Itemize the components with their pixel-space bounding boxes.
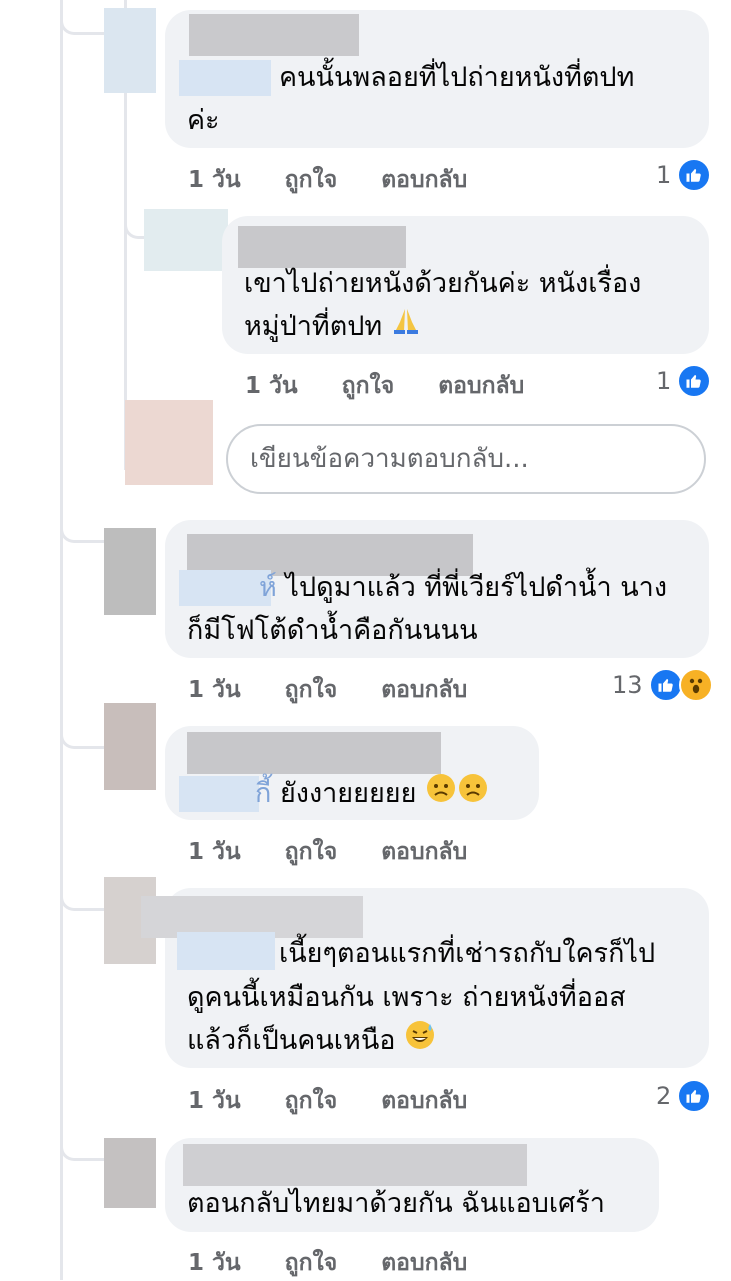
like-button[interactable]: ถูกใจ bbox=[285, 1088, 338, 1114]
sad-face-icon bbox=[457, 772, 489, 817]
tagged-name-blurred[interactable] bbox=[177, 932, 275, 970]
like-button[interactable]: ถูกใจ bbox=[285, 167, 338, 193]
reply-input[interactable] bbox=[248, 426, 692, 492]
comment-text-line: ตอนกลับไทยมาด้วยกัน ฉันแอบเศร้า bbox=[187, 1188, 605, 1219]
thread-connector bbox=[60, 518, 109, 543]
comment-text: แล้วก็เป็นคนเหนือ bbox=[187, 1025, 396, 1056]
comment-text-line: คนนั้นพลอยที่ไปถ่ายหนังที่ตปท bbox=[279, 62, 635, 93]
reaction-count: 1 bbox=[656, 161, 672, 189]
time-link[interactable]: 1 วัน bbox=[188, 839, 241, 865]
comment-bubble: กี้ ยังงายยยยย bbox=[165, 726, 539, 820]
tagged-name-blurred[interactable] bbox=[179, 570, 271, 606]
comment-text-line: ดูคนนี้เหมือนกัน เพราะ ถ่ายหนังที่ออส bbox=[187, 982, 626, 1013]
avatar[interactable] bbox=[104, 1138, 156, 1208]
comment-text: ไปดูมาแล้ว ที่พี่เวียร์ไปดำน้ำ นาง bbox=[285, 572, 668, 603]
like-icon bbox=[677, 1079, 712, 1113]
thread-connector bbox=[60, 724, 109, 749]
time-link[interactable]: 1 วัน bbox=[188, 167, 241, 193]
author-name-blurred[interactable] bbox=[189, 14, 359, 56]
avatar[interactable] bbox=[144, 209, 228, 271]
comment-actions: 1 วัน ถูกใจ ตอบกลับ bbox=[188, 834, 503, 870]
comment-text-line: ห์ ไปดูมาแล้ว ที่พี่เวียร์ไปดำน้ำ นาง bbox=[259, 566, 667, 609]
tagged-name-blurred[interactable] bbox=[179, 60, 271, 96]
comment-bubble: ตอนกลับไทยมาด้วยกัน ฉันแอบเศร้า bbox=[165, 1138, 659, 1232]
tagged-name-blurred[interactable] bbox=[179, 776, 259, 812]
comment-text-line: ค่ะ bbox=[187, 105, 220, 136]
comment-text-line: เขาไปถ่ายหนังด้วยกันค่ะ หนังเรื่อง bbox=[244, 268, 642, 299]
tagged-name-tail[interactable]: กี้ bbox=[255, 778, 271, 809]
author-name-blurred[interactable] bbox=[187, 732, 441, 774]
like-button[interactable]: ถูกใจ bbox=[285, 1250, 338, 1276]
like-icon bbox=[677, 158, 712, 192]
comment-bubble: เนี้ยๆตอนแรกที่เช่ารถกับใครก็ไป ดูคนนี้เ… bbox=[141, 888, 709, 1068]
like-icon bbox=[677, 364, 712, 398]
thread-connector bbox=[60, 10, 109, 35]
like-button[interactable]: ถูกใจ bbox=[285, 677, 338, 703]
time-link[interactable]: 1 วัน bbox=[188, 1088, 241, 1114]
comment-text-line: แล้วก็เป็นคนเหนือ bbox=[187, 1019, 436, 1064]
like-icon bbox=[648, 668, 683, 702]
comment-bubble: ห์ ไปดูมาแล้ว ที่พี่เวียร์ไปดำน้ำ นาง ก็… bbox=[165, 520, 709, 658]
avatar[interactable] bbox=[104, 703, 156, 790]
reaction-count: 1 bbox=[656, 367, 672, 395]
reaction-count: 2 bbox=[656, 1082, 672, 1110]
reply-button[interactable]: ตอบกลับ bbox=[381, 839, 467, 865]
reaction-summary[interactable]: 13 bbox=[612, 668, 713, 702]
comment-actions: 1 วัน ถูกใจ ตอบกลับ bbox=[188, 162, 503, 198]
thread-line bbox=[60, 0, 63, 1280]
comment-text-line: ก็มีโฟโต้ดำน้ำคือกันนนน bbox=[187, 615, 478, 646]
reaction-summary[interactable]: 1 bbox=[656, 158, 712, 192]
time-link[interactable]: 1 วัน bbox=[188, 1250, 241, 1276]
reply-button[interactable]: ตอบกลับ bbox=[381, 1250, 467, 1276]
comment-actions: 1 วัน ถูกใจ ตอบกลับ bbox=[245, 368, 560, 404]
comment-actions: 1 วัน ถูกใจ ตอบกลับ bbox=[188, 1083, 503, 1119]
like-button[interactable]: ถูกใจ bbox=[285, 839, 338, 865]
avatar[interactable] bbox=[104, 528, 156, 615]
comment-actions: 1 วัน ถูกใจ ตอบกลับ bbox=[188, 1245, 503, 1281]
thread-connector bbox=[60, 1136, 109, 1161]
reply-input-container[interactable] bbox=[226, 424, 706, 494]
comment-text-line: หมู่ป่าที่ตปท bbox=[244, 305, 421, 349]
reply-button[interactable]: ตอบกลับ bbox=[438, 373, 524, 399]
grinning-sweat-icon bbox=[404, 1019, 436, 1064]
wow-icon bbox=[678, 668, 713, 702]
comment-actions: 1 วัน ถูกใจ ตอบกลับ bbox=[188, 672, 503, 708]
time-link[interactable]: 1 วัน bbox=[188, 677, 241, 703]
comment-text-line: เนี้ยๆตอนแรกที่เช่ารถกับใครก็ไป bbox=[279, 938, 656, 969]
thread-connector bbox=[60, 886, 109, 911]
reply-button[interactable]: ตอบกลับ bbox=[381, 167, 467, 193]
avatar[interactable] bbox=[104, 8, 156, 93]
reply-button[interactable]: ตอบกลับ bbox=[381, 1088, 467, 1114]
comment-text: ยังงายยยยย bbox=[279, 778, 417, 809]
comment-bubble: เขาไปถ่ายหนังด้วยกันค่ะ หนังเรื่อง หมู่ป… bbox=[222, 216, 709, 354]
reaction-summary[interactable]: 2 bbox=[656, 1079, 712, 1113]
tagged-name-tail[interactable]: ห์ bbox=[259, 572, 277, 603]
reaction-count: 13 bbox=[612, 671, 643, 699]
reaction-summary[interactable]: 1 bbox=[656, 364, 712, 398]
like-button[interactable]: ถูกใจ bbox=[342, 373, 395, 399]
current-user-avatar bbox=[125, 400, 213, 485]
time-link[interactable]: 1 วัน bbox=[245, 373, 298, 399]
author-name-blurred[interactable] bbox=[183, 1144, 527, 1186]
comment-text: หมู่ป่าที่ตปท bbox=[244, 311, 383, 342]
reply-button[interactable]: ตอบกลับ bbox=[381, 677, 467, 703]
comment-bubble: คนนั้นพลอยที่ไปถ่ายหนังที่ตปท ค่ะ bbox=[165, 10, 709, 148]
comment-text-line: กี้ ยังงายยยยย bbox=[255, 772, 489, 817]
sad-face-icon bbox=[425, 772, 457, 817]
folded-hands-icon bbox=[391, 306, 421, 349]
